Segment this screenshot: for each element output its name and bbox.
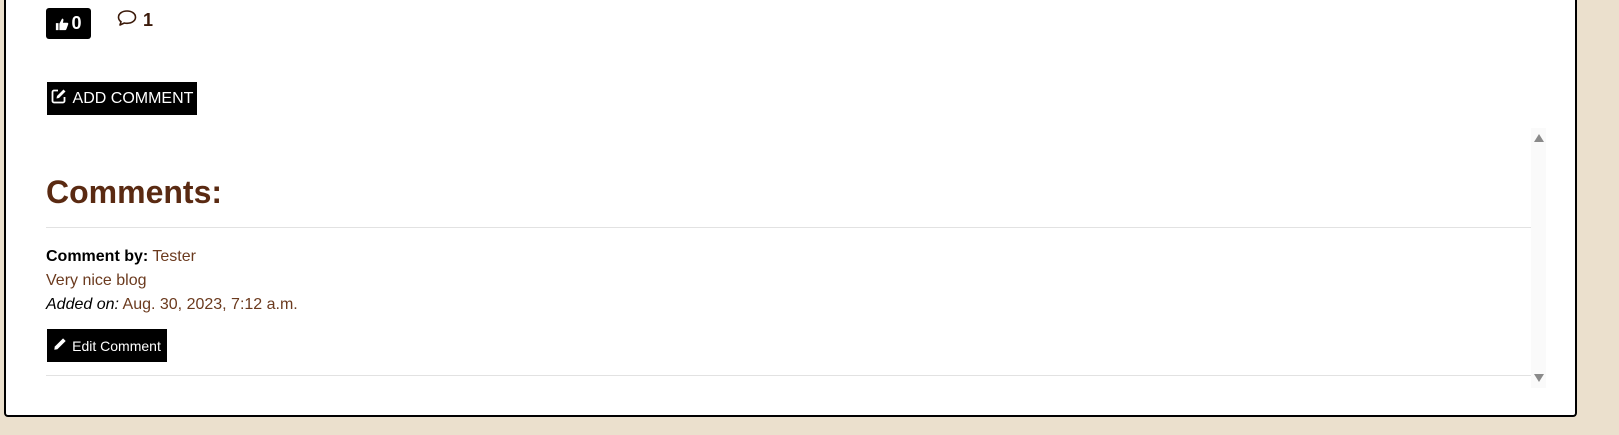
edit-comment-label: Edit Comment xyxy=(72,337,161,354)
comment-by-label: Comment by: xyxy=(46,248,149,265)
edit-comment-button[interactable]: Edit Comment xyxy=(47,329,167,362)
add-comment-button[interactable]: ADD COMMENT xyxy=(47,82,197,115)
comment-author-line: Comment by: Tester xyxy=(46,248,196,266)
comment-count: 1 xyxy=(117,8,153,32)
edit-square-icon xyxy=(51,88,67,109)
comment-count-value: 1 xyxy=(143,9,154,30)
like-count: 0 xyxy=(71,13,82,33)
comment-body: Very nice blog xyxy=(46,272,147,289)
scroll-down-arrow-icon[interactable] xyxy=(1534,374,1544,382)
comment-date-line: Added on: Aug. 30, 2023, 7:12 a.m. xyxy=(46,296,298,314)
speech-bubble-icon xyxy=(117,9,137,32)
divider xyxy=(46,227,1531,228)
divider xyxy=(46,375,1531,376)
scroll-up-arrow-icon[interactable] xyxy=(1534,134,1544,142)
pencil-icon xyxy=(53,337,67,354)
post-card: 0 1 ADD COMMENT Comments: Comment by: Te… xyxy=(4,0,1577,417)
comment-date: Aug. 30, 2023, 7:12 a.m. xyxy=(122,296,298,313)
scrollbar[interactable] xyxy=(1531,128,1546,388)
added-on-label: Added on: xyxy=(46,296,119,313)
comments-scroll-area[interactable]: Comments: Comment by: Tester Very nice b… xyxy=(46,128,1546,388)
thumbs-up-icon xyxy=(55,17,69,31)
comment-author: Tester xyxy=(152,248,196,265)
comments-heading: Comments: xyxy=(46,174,223,210)
like-button[interactable]: 0 xyxy=(46,8,91,39)
add-comment-label: ADD COMMENT xyxy=(72,89,194,107)
